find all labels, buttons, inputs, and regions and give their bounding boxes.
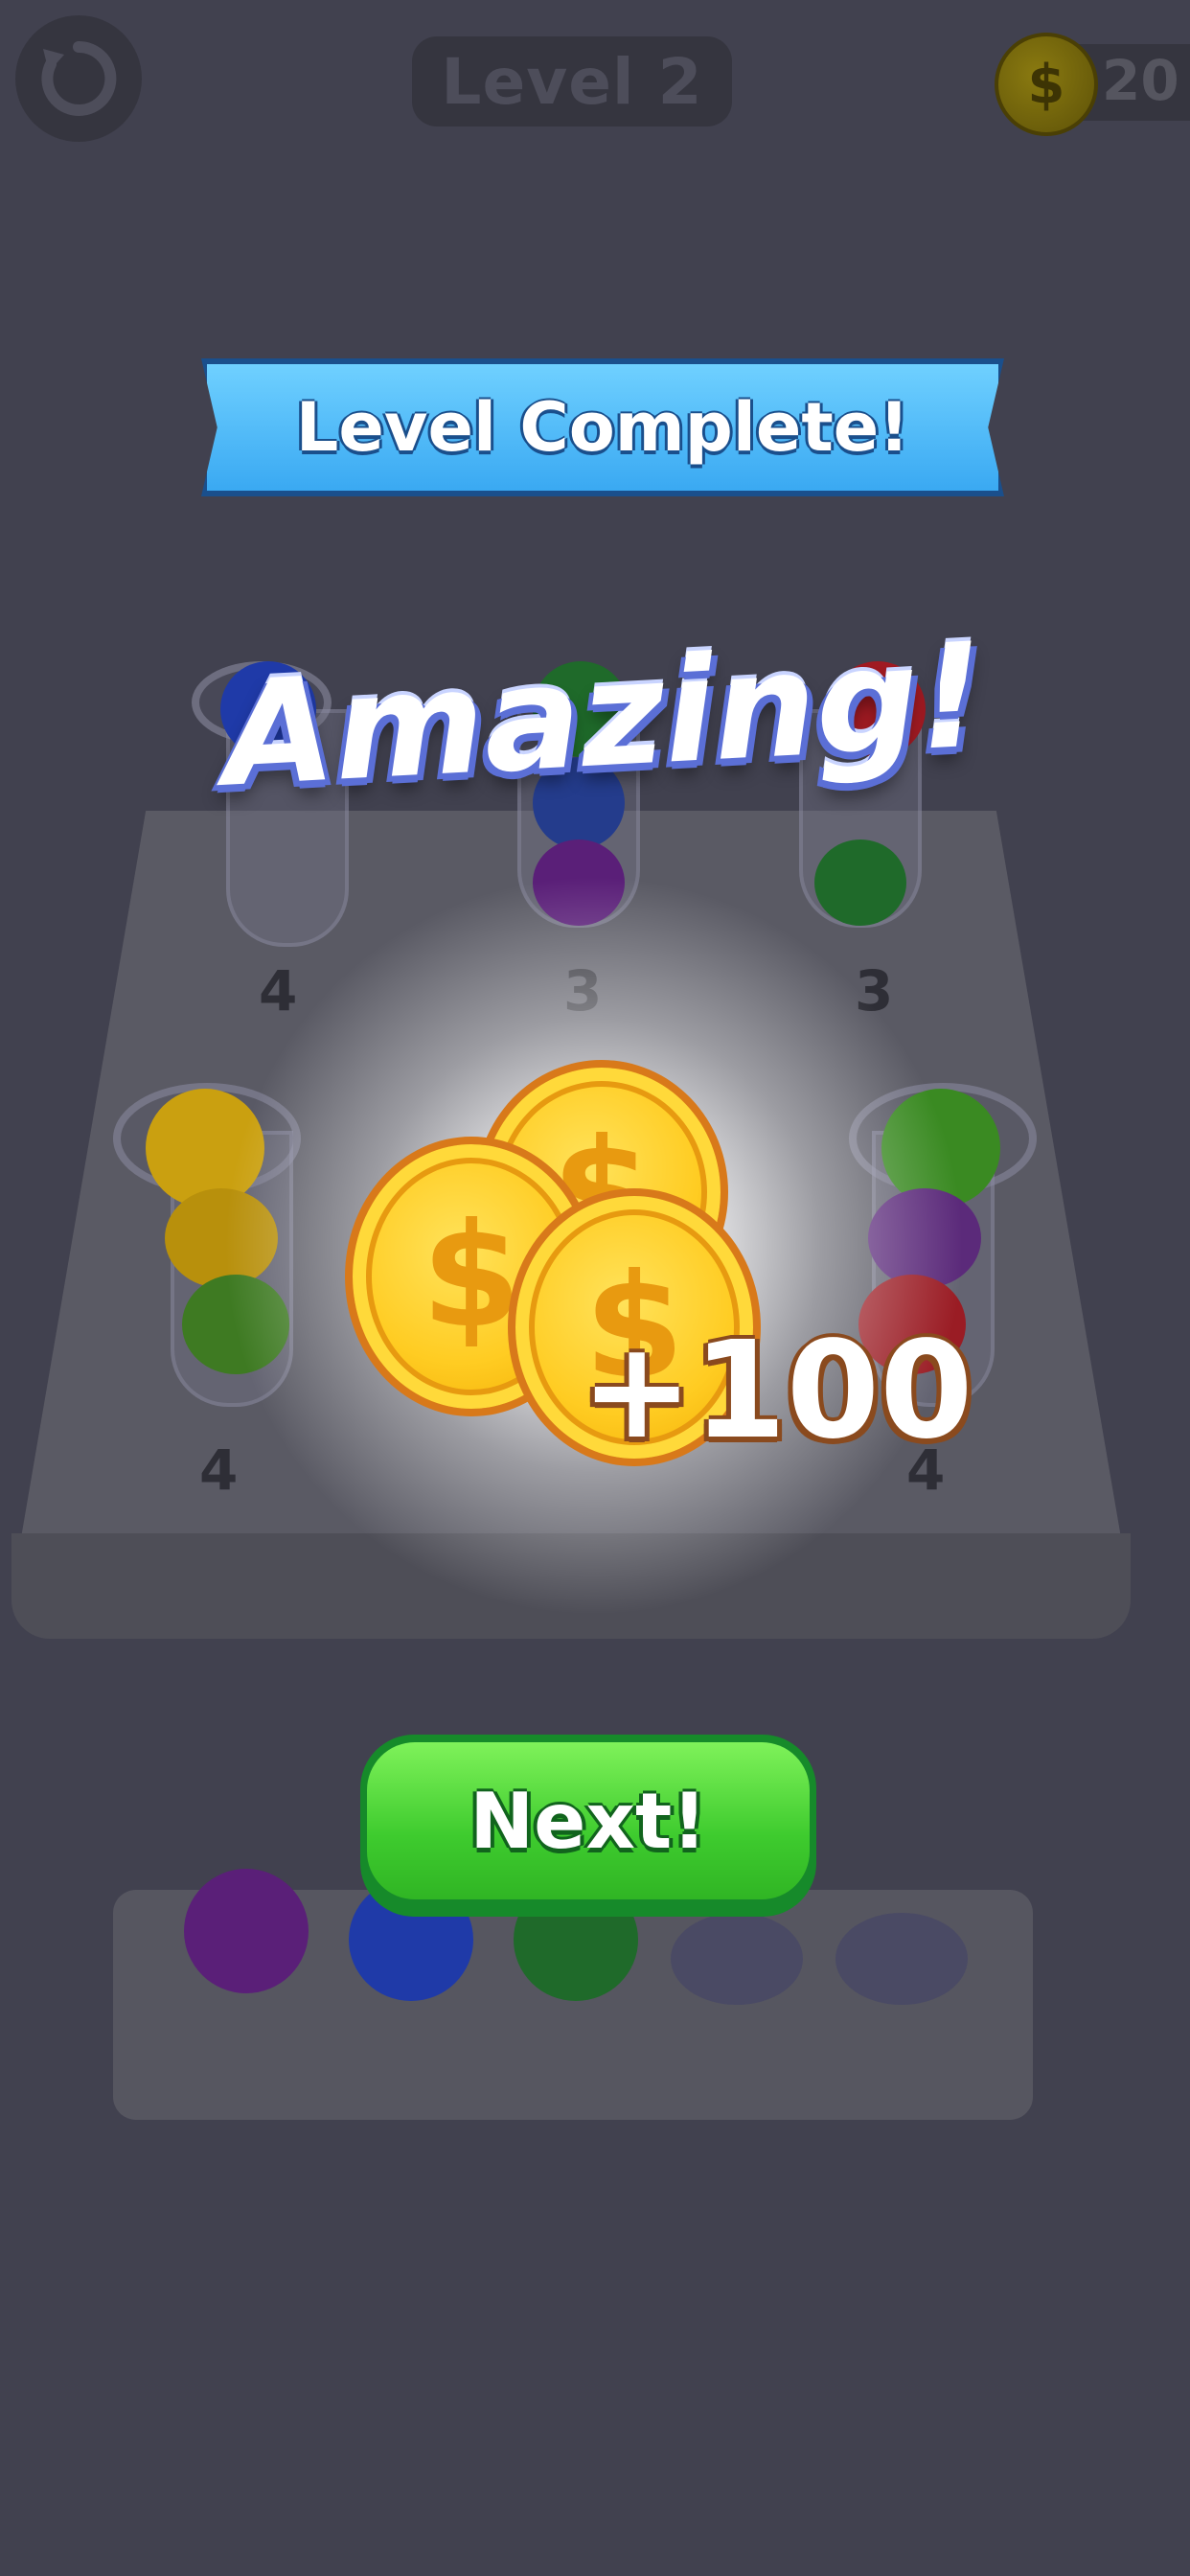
next-button[interactable]: Next! (360, 1735, 816, 1917)
tray-slot[interactable] (835, 1913, 968, 2005)
restart-button[interactable] (15, 15, 142, 142)
tray-slot[interactable] (671, 1913, 803, 2005)
restart-icon (41, 40, 117, 116)
level-complete-banner: Level Complete! (201, 358, 1004, 496)
coin-icon: $ (995, 33, 1098, 136)
ball (814, 840, 906, 926)
next-button-face[interactable]: Next! (367, 1742, 810, 1899)
coin-count: 20 (1102, 48, 1179, 113)
level-label: Level 2 (441, 44, 703, 119)
tray-ball[interactable] (184, 1869, 309, 1993)
banner-title: Level Complete! (295, 388, 910, 467)
tube-count-4: 4 (199, 1438, 239, 1503)
coin-symbol: $ (421, 1193, 522, 1360)
next-label: Next! (469, 1776, 707, 1866)
coin-symbol: $ (1027, 53, 1065, 116)
reward-amount: +100 (581, 1313, 973, 1469)
level-indicator: Level 2 (412, 36, 732, 126)
